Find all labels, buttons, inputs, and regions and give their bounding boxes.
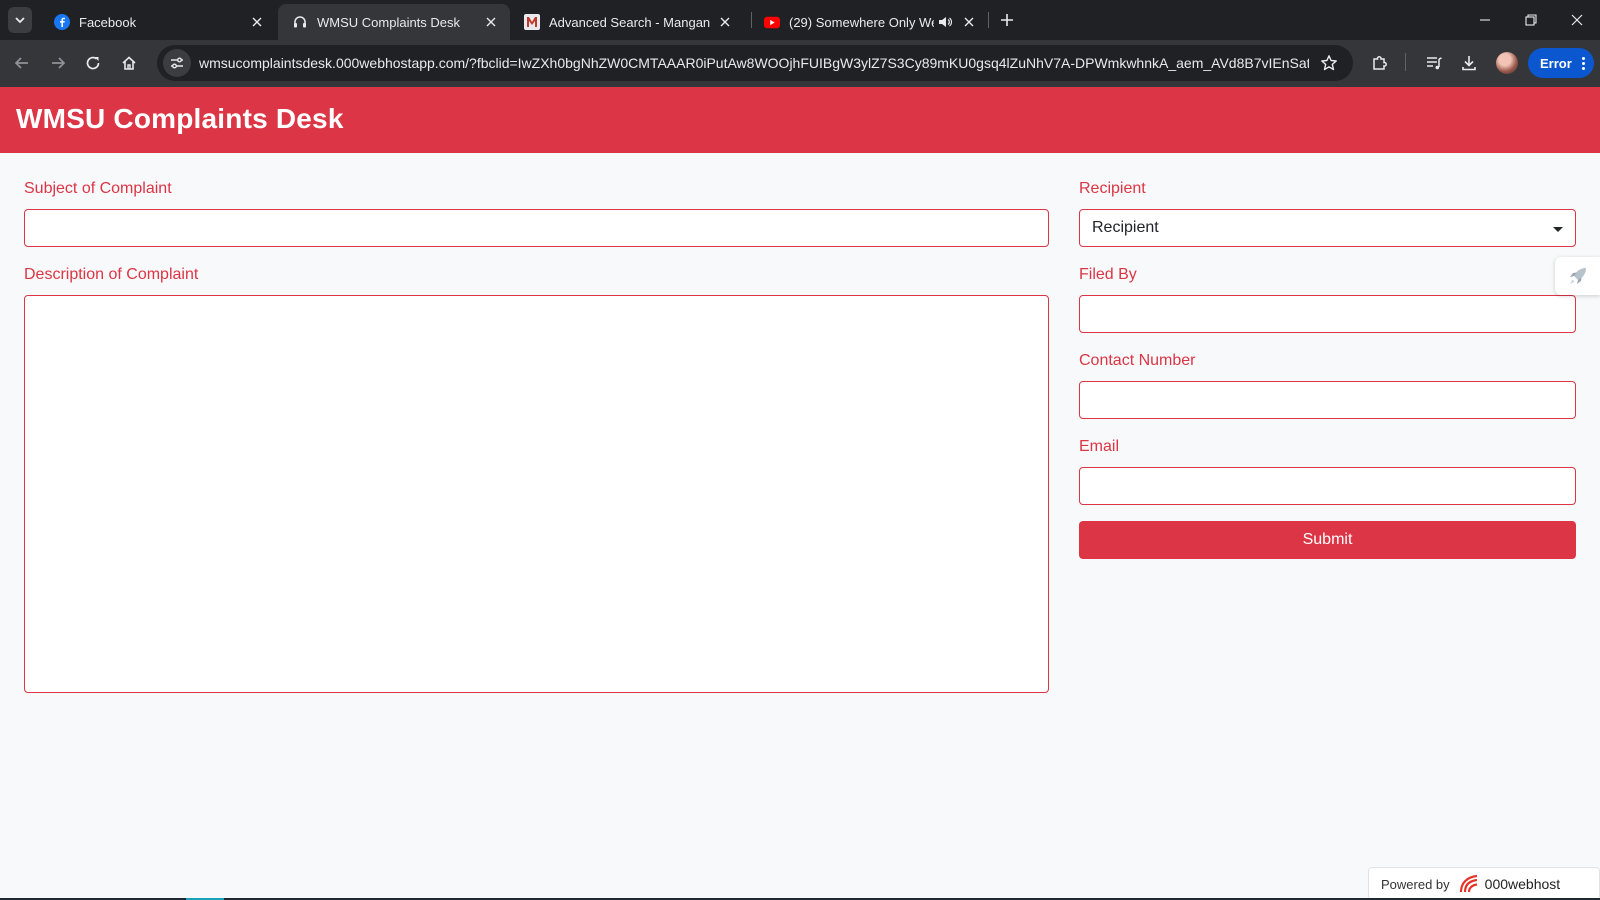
page-title: WMSU Complaints Desk [16,103,344,134]
manganato-icon [524,14,540,30]
close-icon [1571,14,1583,26]
close-tab-icon[interactable] [716,13,734,31]
email-label: Email [1079,438,1120,455]
filed-by-label: Filed By [1079,266,1137,283]
tab-title: (29) Somewhere Only We K [789,14,934,30]
caret-down-icon [1553,227,1563,232]
puzzle-icon [1373,56,1387,70]
speaker-icon[interactable] [936,13,954,31]
chevron-down-icon [15,17,25,24]
description-label: Description of Complaint [24,266,199,283]
profile-status-text: Error [1540,55,1572,71]
site-info-icon[interactable] [163,49,191,77]
minimize-button[interactable] [1462,0,1508,40]
tab-facebook[interactable]: Facebook [40,4,276,40]
close-tab-icon[interactable] [248,13,266,31]
profile-error-button[interactable]: Error [1528,48,1594,78]
tab-separator [988,12,989,28]
subject-label: Subject of Complaint [24,180,172,197]
recipient-select[interactable]: Recipient [1079,209,1576,247]
close-tab-icon[interactable] [482,13,500,31]
home-button[interactable] [115,49,143,77]
site-header: WMSU Complaints Desk [0,87,1600,153]
tab-title: Advanced Search - Manganato [549,14,710,30]
facebook-icon [54,14,70,30]
tab-wmsu-complaints-desk[interactable]: WMSU Complaints Desk [278,4,510,40]
plus-icon [1001,14,1013,26]
tab-manganato[interactable]: Advanced Search - Manganato [510,4,744,40]
close-tab-icon[interactable] [960,13,978,31]
tab-title: WMSU Complaints Desk [317,14,461,30]
tab-search-button[interactable] [8,7,32,33]
browser-toolbar: wmsucomplaintsdesk.000webhostapp.com/?fb… [0,40,1600,87]
tab-title: Facebook [79,14,137,30]
new-tab-button[interactable] [996,9,1018,31]
url-text[interactable]: wmsucomplaintsdesk.000webhostapp.com/?fb… [199,55,1309,71]
minimize-icon [1480,19,1490,21]
powered-by-badge[interactable]: Powered by 000webhost [1368,867,1600,900]
tab-youtube[interactable]: (29) Somewhere Only We K [750,4,988,40]
queue-music-icon [1427,57,1442,70]
recipient-selected-value: Recipient [1092,219,1159,236]
tab-strip: Facebook WMSU Complaints Desk Advanced S… [0,0,1600,40]
downloads-button[interactable] [1455,49,1483,77]
profile-avatar[interactable] [1496,52,1518,74]
reload-icon [86,56,100,70]
youtube-icon [764,14,780,30]
media-controls-button[interactable] [1420,49,1448,77]
forward-button[interactable] [44,49,72,77]
more-menu-icon [1581,56,1585,70]
toolbar-separator [1405,53,1406,71]
extensions-button[interactable] [1366,49,1394,77]
email-input[interactable] [1079,467,1576,505]
powered-by-label: Powered by [1381,876,1450,892]
headset-icon [292,14,308,30]
restore-button[interactable] [1508,0,1554,40]
000webhost-logo-icon [1458,874,1480,894]
arrow-left-icon [14,57,28,69]
contact-number-label: Contact Number [1079,352,1196,369]
download-icon [1462,56,1476,71]
close-window-button[interactable] [1554,0,1600,40]
brand-name: 000webhost [1484,876,1561,892]
submit-button[interactable]: Submit [1079,521,1576,559]
rocket-icon [1569,268,1586,284]
home-icon [122,56,136,70]
bookmark-star-icon[interactable] [1317,51,1341,75]
address-bar[interactable]: wmsucomplaintsdesk.000webhostapp.com/?fb… [157,45,1353,81]
reload-button[interactable] [79,49,107,77]
arrow-right-icon [52,57,66,69]
back-button[interactable] [8,49,36,77]
subject-input[interactable] [24,209,1049,247]
restore-icon [1525,14,1537,26]
filed-by-input[interactable] [1079,295,1576,333]
recipient-label: Recipient [1079,180,1146,197]
rocket-widget-button[interactable] [1555,257,1600,295]
description-textarea[interactable] [24,295,1049,693]
contact-number-input[interactable] [1079,381,1576,419]
